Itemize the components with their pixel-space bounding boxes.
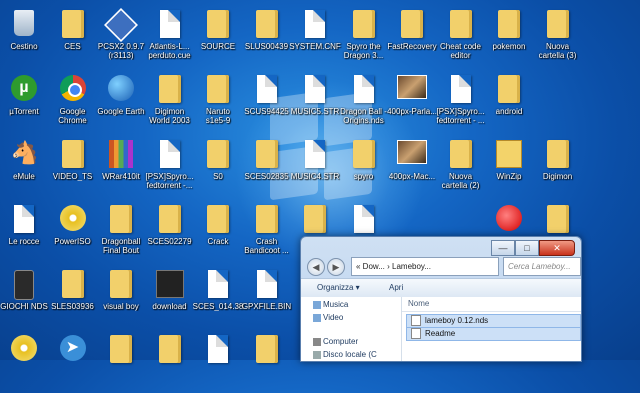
desktop-icon[interactable]: android <box>477 71 541 133</box>
music-icon <box>313 301 321 309</box>
disc-icon <box>9 335 39 365</box>
file-row[interactable]: Readme <box>406 327 581 341</box>
utorrent-icon: µ <box>9 75 39 105</box>
folder-icon <box>203 205 233 235</box>
file-icon <box>9 205 39 235</box>
drive-icon <box>313 351 321 359</box>
file-icon <box>300 75 330 105</box>
organize-button[interactable]: Organizza ▾ <box>317 279 360 297</box>
folder-icon <box>349 10 379 40</box>
forward-arrow-icon[interactable]: ▶ <box>327 258 345 276</box>
maximize-button[interactable]: □ <box>515 240 539 256</box>
file-name: Readme <box>425 329 456 338</box>
dark-icon <box>155 270 185 300</box>
folder-icon <box>397 10 427 40</box>
file-list: Nome lameboy 0.12.nds Readme <box>402 297 581 361</box>
folder-icon <box>58 270 88 300</box>
folder-icon <box>106 205 136 235</box>
open-button[interactable]: Apri <box>389 279 403 297</box>
blueapp-icon <box>104 8 138 42</box>
desktop-icon[interactable]: Nuova cartella (3) <box>526 6 590 68</box>
redball-icon <box>494 205 524 235</box>
folder-icon <box>446 10 476 40</box>
thumb-icon <box>397 140 427 170</box>
folder-icon <box>349 140 379 170</box>
globe-icon <box>106 75 136 105</box>
file-icon <box>203 335 233 365</box>
folder-icon <box>543 205 573 235</box>
desktop-icon[interactable] <box>235 331 299 393</box>
folder-icon <box>203 75 233 105</box>
command-bar: Organizza ▾ Apri <box>301 278 581 298</box>
file-row[interactable]: lameboy 0.12.nds <box>406 314 581 328</box>
navigation-bar: ◀ ▶ « Dow... › Lameboy... Cerca Lameboy.… <box>307 256 581 278</box>
address-bar[interactable]: « Dow... › Lameboy... <box>351 257 499 276</box>
column-header-name[interactable]: Nome <box>402 297 581 312</box>
folder-icon <box>252 10 282 40</box>
file-icon <box>155 10 185 40</box>
back-arrow-icon[interactable]: ◀ <box>307 258 325 276</box>
folder-icon <box>155 75 185 105</box>
thumb-icon <box>397 75 427 105</box>
window-controls: — □ ✕ <box>491 240 575 256</box>
speed-icon: ➤ <box>58 335 88 365</box>
folder-icon <box>58 10 88 40</box>
folder-icon <box>155 335 185 365</box>
folder-icon <box>543 10 573 40</box>
device-icon <box>9 270 39 300</box>
folder-icon <box>203 140 233 170</box>
desktop-icon-label: Nuova cartella (3) <box>538 42 577 60</box>
nav-item-music[interactable]: Musica <box>323 300 348 309</box>
file-icon <box>349 205 379 235</box>
computer-icon <box>313 338 321 346</box>
folder-icon <box>106 270 136 300</box>
zip-icon <box>494 140 524 170</box>
folder-icon <box>155 205 185 235</box>
folder-icon <box>58 140 88 170</box>
chrome-icon <box>58 75 88 105</box>
file-icon <box>203 270 233 300</box>
file-icon <box>411 328 421 340</box>
file-icon <box>411 315 421 327</box>
minimize-button[interactable]: — <box>491 240 515 256</box>
file-icon <box>252 270 282 300</box>
file-icon <box>300 10 330 40</box>
disc-icon <box>58 205 88 235</box>
file-icon <box>300 140 330 170</box>
column-name-label: Nome <box>408 299 430 308</box>
folder-icon <box>203 10 233 40</box>
file-icon <box>155 140 185 170</box>
folder-icon <box>252 335 282 365</box>
file-name: lameboy 0.12.nds <box>425 316 489 325</box>
video-icon <box>313 314 321 322</box>
folder-icon <box>300 205 330 235</box>
bin-icon <box>9 10 39 40</box>
nav-item-local-disk[interactable]: Disco locale (C <box>323 350 377 359</box>
search-input[interactable]: Cerca Lameboy... <box>503 257 581 276</box>
folder-icon <box>252 140 282 170</box>
close-button[interactable]: ✕ <box>539 240 575 256</box>
folder-icon <box>106 335 136 365</box>
folder-icon <box>446 140 476 170</box>
folder-icon <box>494 10 524 40</box>
stack-icon <box>106 140 136 170</box>
file-icon <box>349 75 379 105</box>
folder-icon <box>543 140 573 170</box>
file-icon <box>446 75 476 105</box>
desktop-icon-label: Digimon <box>542 172 573 181</box>
navigation-pane: Musica Video Computer Disco locale (C <box>301 297 402 361</box>
mule-icon: 🐴 <box>11 140 39 165</box>
explorer-window[interactable]: — □ ✕ ◀ ▶ « Dow... › Lameboy... Cerca La… <box>300 236 582 362</box>
nav-item-video[interactable]: Video <box>323 313 343 322</box>
nav-item-computer[interactable]: Computer <box>323 337 358 346</box>
file-icon <box>252 75 282 105</box>
desktop-icon[interactable]: Digimon <box>526 136 590 198</box>
folder-icon <box>494 75 524 105</box>
desktop-icon-label: android <box>495 107 523 116</box>
folder-icon <box>252 205 282 235</box>
